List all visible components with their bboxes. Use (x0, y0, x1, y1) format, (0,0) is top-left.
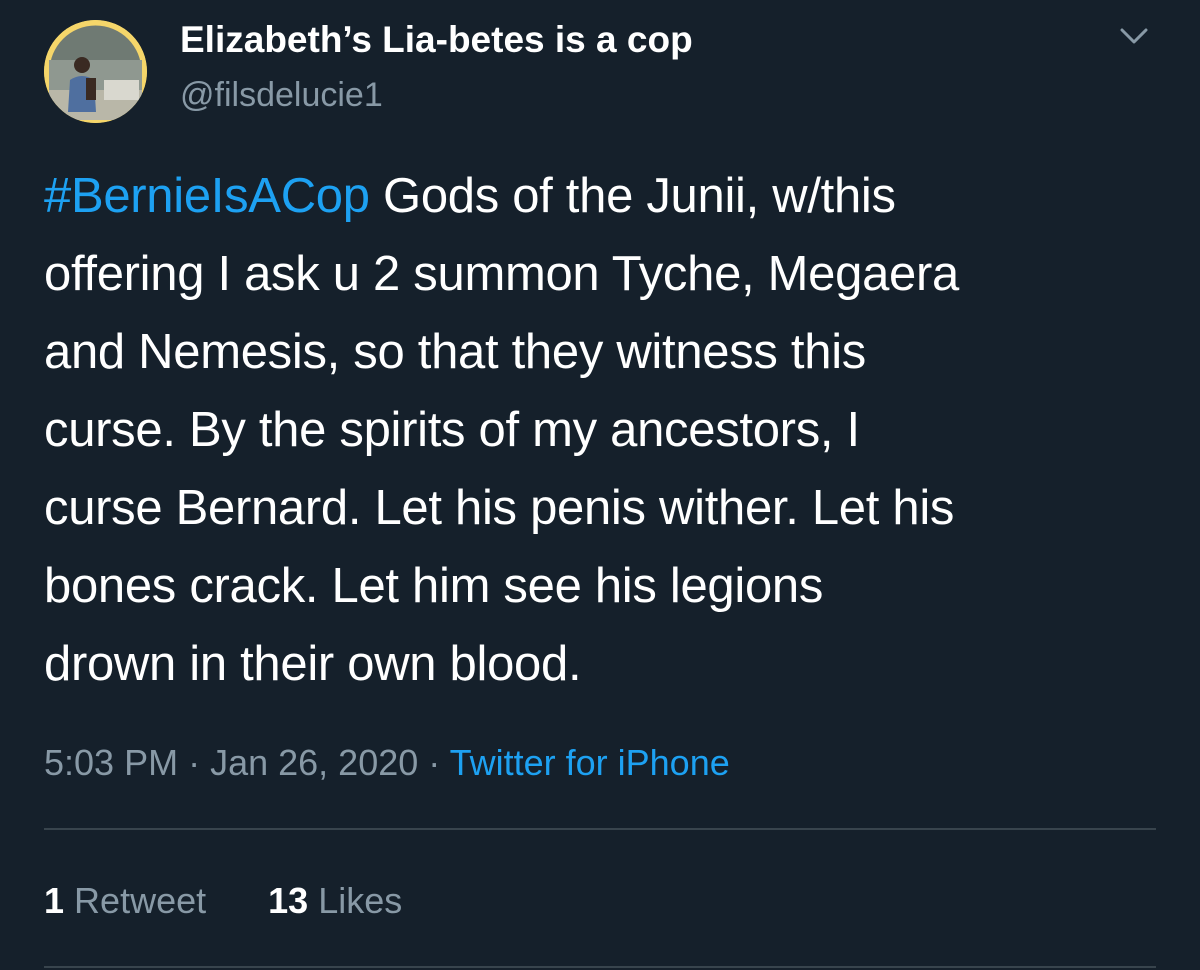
likes-label: Likes (318, 880, 403, 921)
chevron-down-icon[interactable] (1112, 18, 1156, 54)
likes-count: 13 (268, 880, 309, 921)
divider (44, 966, 1156, 968)
tweet-text-line: drown in their own blood. (44, 637, 582, 691)
avatar[interactable] (44, 20, 147, 123)
tweet-time[interactable]: 5:03 PM (44, 742, 178, 783)
tweet-detail: Elizabeth’s Lia-betes is a cop @filsdelu… (0, 0, 1200, 970)
tweet-text-line: #BernieIsACop Gods of the Junii, w/this (44, 157, 1174, 235)
retweets-label: Retweet (74, 880, 207, 921)
divider (44, 828, 1156, 830)
tweet-source-link[interactable]: Twitter for iPhone (450, 742, 730, 783)
tweet-text-line: and Nemesis, so that they witness this (44, 325, 866, 379)
retweets-stat[interactable]: 1 Retweet (44, 878, 206, 924)
retweets-count: 1 (44, 880, 65, 921)
tweet-text-segment: Gods of the Junii, w/this (369, 169, 896, 223)
author-display-name[interactable]: Elizabeth’s Lia-betes is a cop (180, 18, 693, 62)
tweet-text-line: curse. By the spirits of my ancestors, I (44, 403, 860, 457)
tweet-meta: 5:03 PM · Jan 26, 2020 · Twitter for iPh… (44, 740, 730, 786)
tweet-text-line: bones crack. Let him see his legions (44, 559, 824, 613)
avatar-photo-icon (44, 20, 147, 123)
tweet-stats: 1 Retweet 13 Likes (44, 878, 402, 924)
tweet-date[interactable]: Jan 26, 2020 (210, 742, 418, 783)
tweet-text-line: offering I ask u 2 summon Tyche, Megaera (44, 247, 959, 301)
meta-separator: · (178, 742, 211, 783)
tweet-text: #BernieIsACop Gods of the Junii, w/this … (44, 157, 1174, 703)
meta-separator: · (418, 742, 450, 783)
author-handle[interactable]: @filsdelucie1 (180, 74, 383, 116)
tweet-text-line: curse Bernard. Let his penis wither. Let… (44, 481, 955, 535)
hashtag-link[interactable]: #BernieIsACop (44, 169, 370, 223)
likes-stat[interactable]: 13 Likes (268, 878, 402, 924)
